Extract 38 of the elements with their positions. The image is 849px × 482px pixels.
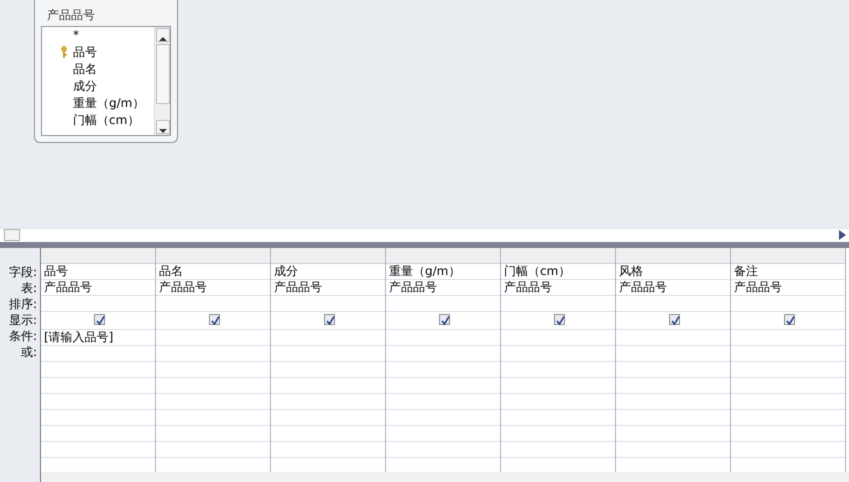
field-name[interactable]: 品名 [73, 62, 97, 76]
row-label: 字段: [8, 264, 38, 280]
table-cell[interactable]: 产品品号 [41, 280, 155, 296]
field-cell[interactable]: 成分 [271, 264, 385, 280]
field-name[interactable]: 重量（g/m） [73, 96, 144, 110]
row-label: 条件: [8, 328, 38, 344]
field-cell[interactable]: 品号 [41, 264, 155, 280]
field-name[interactable]: * [73, 28, 79, 42]
field-cell[interactable]: 重量（g/m） [386, 264, 500, 280]
field-cell[interactable]: 品名 [156, 264, 270, 280]
table-cell[interactable]: 产品品号 [616, 280, 730, 296]
field-name[interactable]: 成分 [73, 79, 97, 93]
show-checkbox[interactable] [94, 314, 105, 325]
table-title: 产品品号 [46, 7, 96, 24]
show-checkbox[interactable] [439, 314, 450, 325]
scroll-thumb[interactable] [4, 229, 20, 241]
horizontal-scrollbar[interactable] [41, 472, 849, 482]
show-checkbox[interactable] [554, 314, 565, 325]
table-cell[interactable]: 产品品号 [271, 280, 385, 296]
field-cell[interactable]: 风格 [616, 264, 730, 280]
field-name[interactable]: 品号 [73, 45, 97, 59]
table-cell[interactable]: 产品品号 [156, 280, 270, 296]
table-cell[interactable]: 产品品号 [386, 280, 500, 296]
show-checkbox[interactable] [209, 314, 220, 325]
row-label: 显示: [8, 312, 38, 328]
field-cell[interactable]: 备注 [731, 264, 845, 280]
show-checkbox[interactable] [669, 314, 680, 325]
table-cell[interactable]: 产品品号 [731, 280, 845, 296]
table-cell[interactable]: 产品品号 [501, 280, 615, 296]
row-label: 排序: [8, 296, 38, 312]
field-name[interactable]: 门幅（cm） [73, 113, 140, 127]
criteria-field[interactable]: [请输入品号] [44, 330, 114, 344]
show-checkbox[interactable] [324, 314, 335, 325]
vertical-scrollbar[interactable] [154, 27, 170, 135]
row-label: 表: [20, 280, 38, 296]
row-label: 或: [20, 344, 38, 360]
show-checkbox[interactable] [784, 314, 795, 325]
field-cell[interactable]: 门幅（cm） [501, 264, 615, 280]
